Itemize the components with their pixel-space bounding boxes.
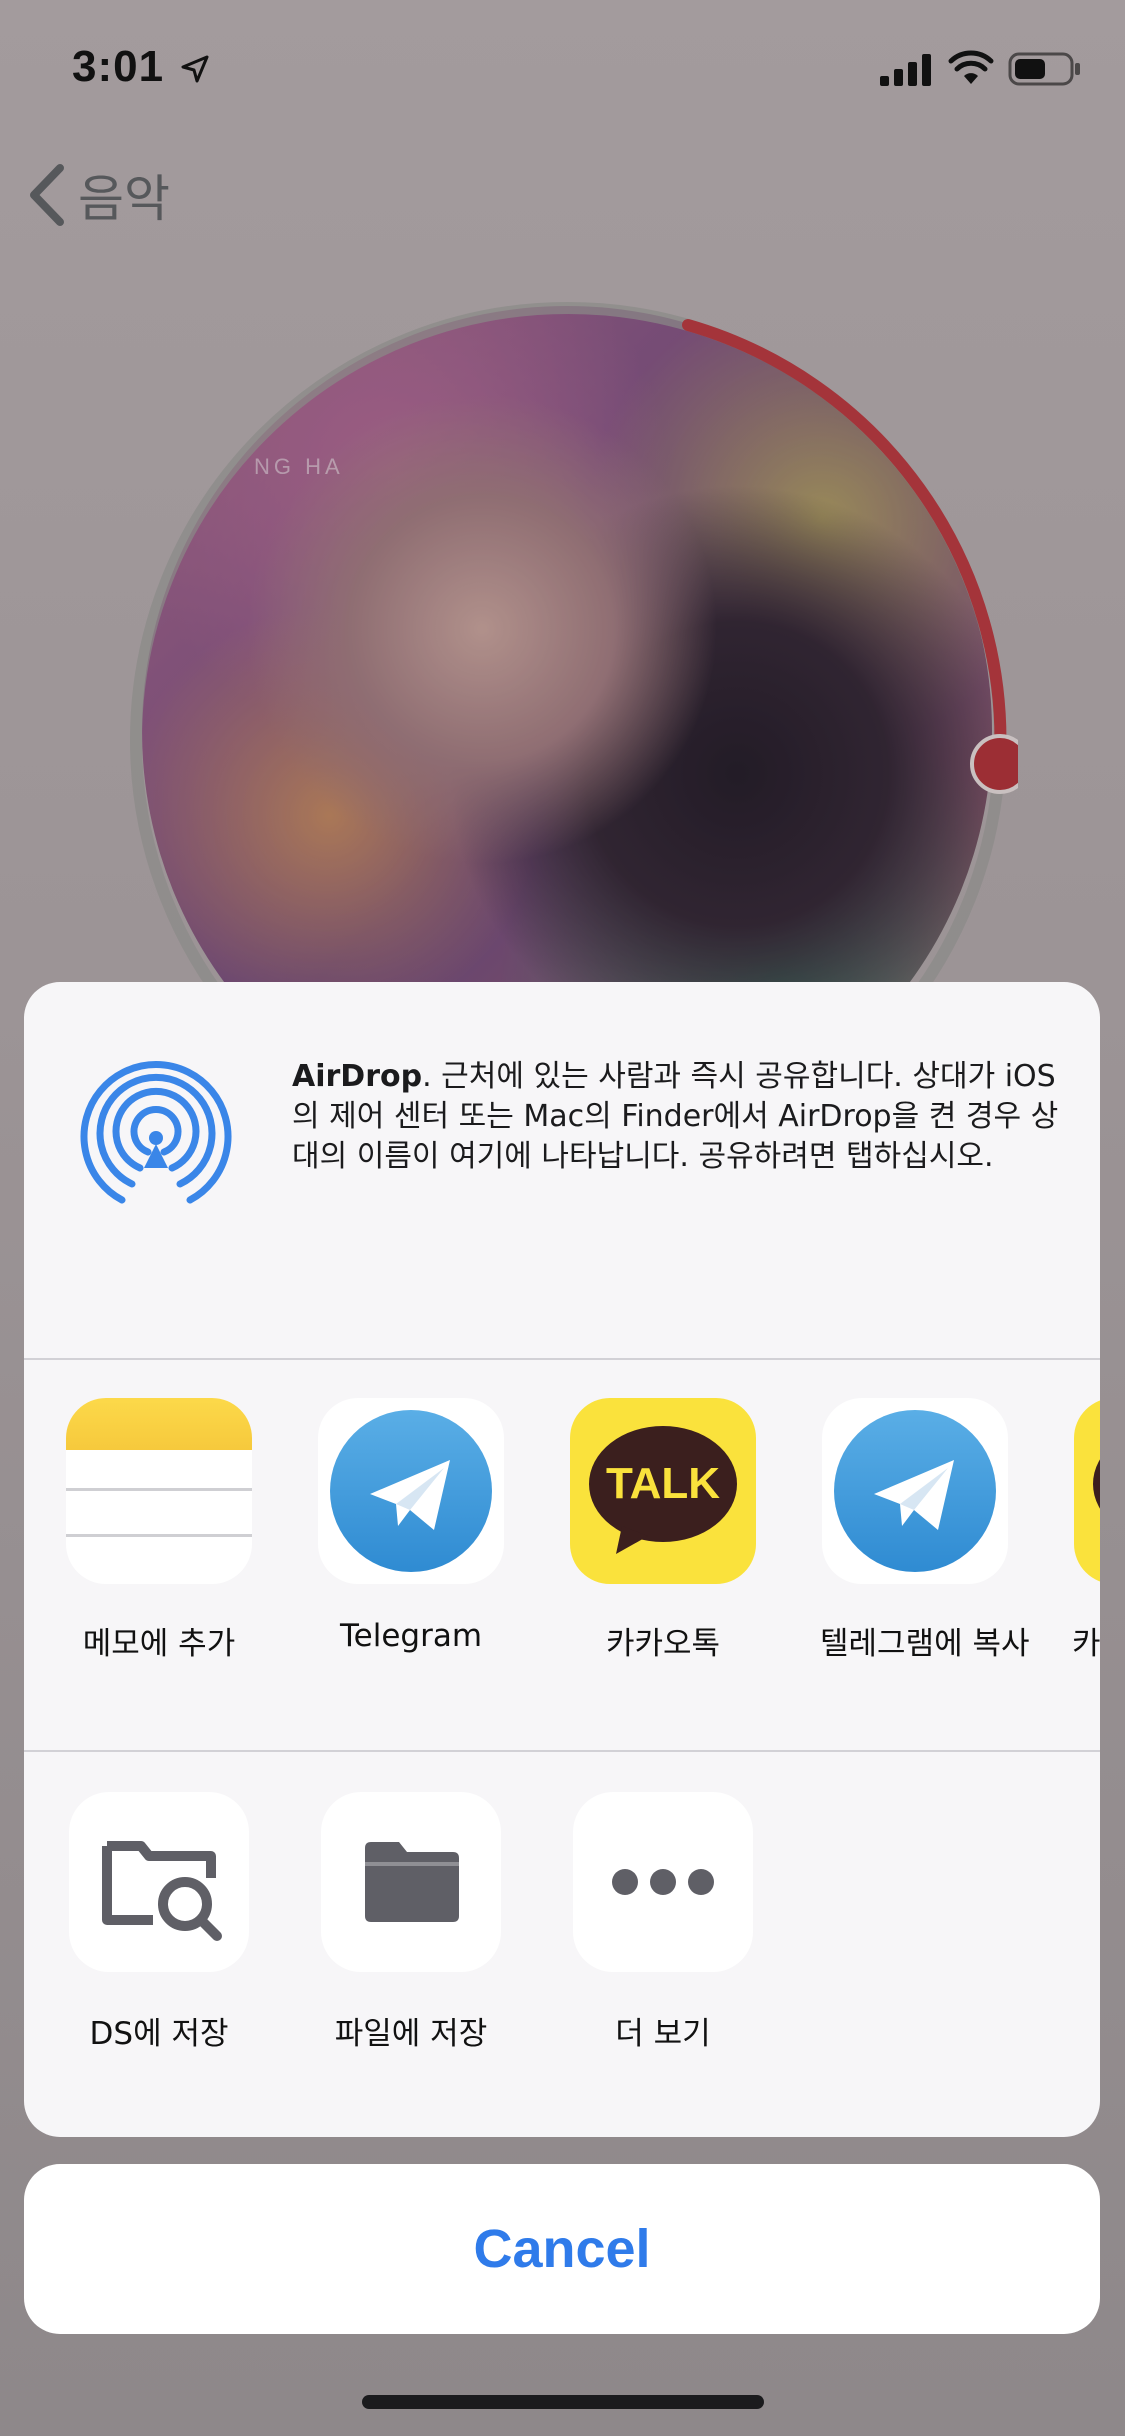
kakaotalk-icon	[1074, 1398, 1100, 1584]
progress-knob[interactable]	[970, 734, 1018, 794]
airdrop-title: AirDrop	[292, 1059, 423, 1094]
folder-search-icon	[69, 1792, 249, 1972]
share-actions-row: DS에 저장 파일에 저장 더 보기	[24, 1750, 1100, 2137]
airdrop-description: AirDrop. 근처에 있는 사람과 즉시 공유합니다. 상대가 iOS의 제…	[292, 1057, 1072, 1177]
battery-icon	[1008, 52, 1080, 86]
cancel-button[interactable]: Cancel	[24, 2164, 1100, 2334]
location-arrow-icon	[181, 55, 209, 83]
share-apps-row[interactable]: 메모에 추가 Telegram TALK 카카오톡 텔레그램에 복사 카	[24, 1358, 1100, 1750]
app-copy-telegram[interactable]: 텔레그램에 복사	[820, 1398, 1030, 1663]
back-label: 음악	[78, 170, 170, 228]
app-telegram[interactable]: Telegram	[316, 1398, 506, 1654]
airdrop-icon	[80, 1061, 232, 1204]
kakao-talk-text: TALK	[606, 1459, 720, 1508]
action-label: 파일에 저장	[334, 2016, 488, 2052]
action-save-to-files[interactable]: 파일에 저장	[316, 1792, 506, 2053]
more-icon	[573, 1792, 753, 1972]
action-more[interactable]: 더 보기	[568, 1792, 758, 2053]
status-time: 3:01	[72, 42, 165, 91]
app-notes[interactable]: 메모에 추가	[64, 1398, 254, 1663]
action-label: 더 보기	[615, 2016, 711, 2052]
app-kakaotalk[interactable]: TALK 카카오톡	[568, 1398, 758, 1663]
app-label: Telegram	[339, 1618, 483, 1654]
telegram-icon	[822, 1398, 1008, 1584]
chevron-left-icon	[30, 164, 64, 226]
folder-icon	[321, 1792, 501, 1972]
telegram-icon	[318, 1398, 504, 1584]
home-indicator[interactable]	[362, 2395, 764, 2409]
share-sheet: AirDrop. 근처에 있는 사람과 즉시 공유합니다. 상대가 iOS의 제…	[24, 982, 1100, 2137]
kakaotalk-icon: TALK	[570, 1398, 756, 1584]
back-button[interactable]: 음악	[24, 160, 170, 230]
notes-icon	[66, 1398, 252, 1584]
wifi-icon	[948, 50, 994, 84]
app-label: 메모에 추가	[82, 1626, 236, 1662]
airdrop-section[interactable]: AirDrop. 근처에 있는 사람과 즉시 공유합니다. 상대가 iOS의 제…	[24, 982, 1100, 1358]
status-bar: 3:01	[0, 0, 1125, 140]
action-label: DS에 저장	[89, 2016, 229, 2052]
app-label: 카카	[1072, 1626, 1100, 1662]
cellular-signal-icon	[880, 54, 931, 86]
app-label: 텔레그램에 복사	[820, 1626, 1030, 1662]
app-kakaotalk-partial[interactable]: 카카	[1072, 1398, 1100, 1663]
app-label: 카카오톡	[605, 1626, 721, 1662]
action-save-to-ds[interactable]: DS에 저장	[64, 1792, 254, 2053]
